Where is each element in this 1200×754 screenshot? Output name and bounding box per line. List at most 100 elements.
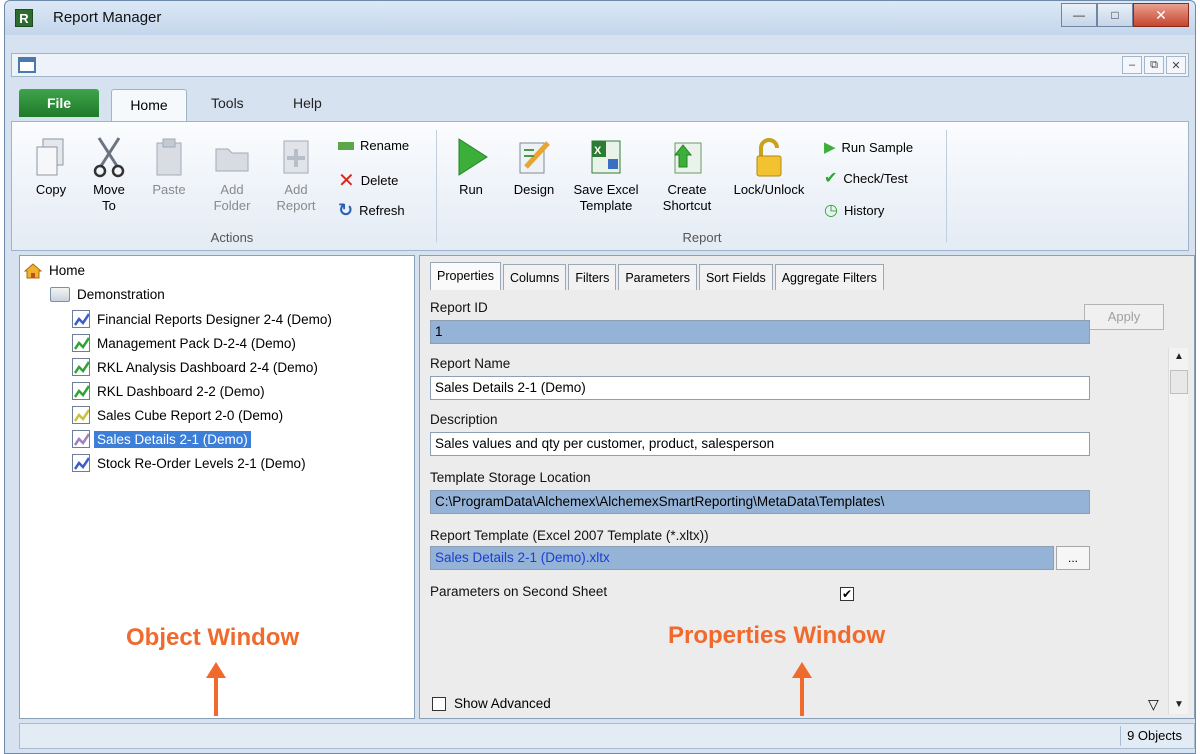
tab-help[interactable]: Help xyxy=(293,95,322,111)
run-sample-icon: ▶ xyxy=(824,139,836,156)
run-label: Run xyxy=(459,182,483,197)
description-field[interactable]: Sales values and qty per customer, produ… xyxy=(430,432,1090,456)
tab-sort-fields[interactable]: Sort Fields xyxy=(698,264,773,290)
copy-icon xyxy=(31,136,71,178)
run-button[interactable]: Run xyxy=(446,136,496,198)
window-title: Report Manager xyxy=(53,9,162,26)
copy-label: Copy xyxy=(35,182,67,197)
tab-file[interactable]: File xyxy=(19,89,99,117)
browse-template-button[interactable]: ... xyxy=(1056,546,1090,570)
paste-label: Paste xyxy=(152,182,186,197)
status-bar: 9 Objects xyxy=(19,723,1195,749)
child-restore-button[interactable]: ⧉ xyxy=(1144,56,1164,74)
tree-item-label: Management Pack D-2-4 (Demo) xyxy=(97,335,296,351)
close-icon: ✕ xyxy=(1171,59,1181,72)
properties-window: Properties Columns Filters Parameters Sort F… xyxy=(419,255,1195,719)
paste-button[interactable]: Paste xyxy=(144,136,194,198)
child-minimize-button[interactable]: – xyxy=(1122,56,1142,74)
add-folder-button[interactable]: Add Folder xyxy=(204,136,260,214)
add-report-button[interactable]: Add Report xyxy=(268,136,324,214)
report-chart-icon xyxy=(72,454,90,472)
child-window-controls: – ⧉ ✕ xyxy=(1122,56,1186,74)
tree-item-report[interactable]: RKL Analysis Dashboard 2-4 (Demo) xyxy=(72,358,321,376)
properties-scrollbar[interactable]: ▲ ▼ xyxy=(1168,348,1188,714)
report-name-label: Report Name xyxy=(430,356,511,371)
refresh-label: Refresh xyxy=(359,203,405,218)
move-to-label-line1: Move xyxy=(93,182,125,197)
expand-down-icon[interactable]: ▽ xyxy=(1148,696,1159,713)
save-excel-template-button[interactable]: X Save Excel Template xyxy=(568,136,644,214)
tree-item-label: RKL Dashboard 2-2 (Demo) xyxy=(97,383,265,399)
lock-unlock-label: Lock/Unlock xyxy=(733,182,805,197)
report-name-field[interactable]: Sales Details 2-1 (Demo) xyxy=(430,376,1090,400)
tree-item-report[interactable]: Sales Cube Report 2-0 (Demo) xyxy=(72,406,286,424)
padlock-icon xyxy=(749,136,789,178)
move-to-label-line2: To xyxy=(102,198,116,213)
tree-item-label: Sales Cube Report 2-0 (Demo) xyxy=(97,407,284,423)
tree-item-report[interactable]: Sales Details 2-1 (Demo) xyxy=(72,430,251,448)
template-location-field[interactable]: C:\ProgramData\Alchemex\AlchemexSmartRep… xyxy=(430,490,1090,514)
child-close-button[interactable]: ✕ xyxy=(1166,56,1186,74)
tree-item-report[interactable]: Stock Re-Order Levels 2-1 (Demo) xyxy=(72,454,309,472)
folder-icon xyxy=(50,287,70,302)
tree-item-report[interactable]: Management Pack D-2-4 (Demo) xyxy=(72,334,299,352)
tree-label-home: Home xyxy=(49,263,86,278)
tab-properties[interactable]: Properties xyxy=(430,262,501,290)
design-button[interactable]: Design xyxy=(506,136,562,198)
check-test-button[interactable]: ✔ Check/Test xyxy=(824,168,908,188)
show-advanced-checkbox[interactable]: Show Advanced xyxy=(432,696,551,711)
shortcut-icon xyxy=(667,136,707,178)
child-window-icon[interactable] xyxy=(18,57,36,73)
move-to-button[interactable]: Move To xyxy=(84,136,134,214)
tab-parameters[interactable]: Parameters xyxy=(618,264,697,290)
play-icon xyxy=(451,136,491,178)
group-label-report: Report xyxy=(682,230,722,245)
tree-item-report[interactable]: Financial Reports Designer 2-4 (Demo) xyxy=(72,310,335,328)
checkbox-icon: ✔ xyxy=(840,587,854,601)
run-sample-button[interactable]: ▶ Run Sample xyxy=(824,138,913,156)
ribbon-home-panel: Copy Move To Paste Add Folder Add Report… xyxy=(11,121,1189,251)
history-icon: ◷ xyxy=(824,202,838,219)
checkbox-icon xyxy=(432,696,446,711)
tab-filters[interactable]: Filters xyxy=(568,264,617,290)
report-manager-window: R Report Manager — □ ✕ – ⧉ ✕ File Home T… xyxy=(4,0,1196,754)
refresh-button[interactable]: ↻ Refresh xyxy=(338,200,405,221)
show-advanced-label: Show Advanced xyxy=(454,696,551,711)
lock-unlock-button[interactable]: Lock/Unlock xyxy=(724,136,814,198)
tree-node-home[interactable]: Home xyxy=(23,262,88,279)
params-second-sheet-label: Parameters on Second Sheet xyxy=(430,584,608,599)
maximize-icon: □ xyxy=(1111,8,1119,22)
scroll-down-icon[interactable]: ▼ xyxy=(1170,696,1188,714)
scroll-up-icon[interactable]: ▲ xyxy=(1170,348,1188,366)
properties-window-annotation: Properties Window xyxy=(668,622,886,649)
apply-button[interactable]: Apply xyxy=(1084,304,1164,330)
delete-button[interactable]: ✕ Delete xyxy=(338,168,398,193)
run-sample-label: Run Sample xyxy=(841,139,914,155)
copy-button[interactable]: Copy xyxy=(26,136,76,198)
rename-label: Rename xyxy=(360,138,410,153)
tree-node-folder[interactable]: Demonstration xyxy=(50,286,168,303)
tab-tools[interactable]: Tools xyxy=(211,95,244,111)
tab-home[interactable]: Home xyxy=(111,89,187,121)
check-test-label: Check/Test xyxy=(843,170,908,186)
tab-aggregate-filters[interactable]: Aggregate Filters xyxy=(774,264,884,290)
ribbon-tabs: File Home Tools Help xyxy=(11,89,1189,121)
rename-button[interactable]: Rename xyxy=(338,138,409,153)
report-template-field[interactable]: Sales Details 2-1 (Demo).xltx xyxy=(430,546,1054,570)
close-button[interactable]: ✕ xyxy=(1133,3,1189,27)
report-id-field[interactable]: 1 xyxy=(430,320,1090,344)
maximize-button[interactable]: □ xyxy=(1097,3,1133,27)
tree-item-label: RKL Analysis Dashboard 2-4 (Demo) xyxy=(97,359,318,375)
tab-columns[interactable]: Columns xyxy=(502,264,567,290)
create-shortcut-label-line1: Create xyxy=(667,182,707,197)
create-shortcut-button[interactable]: Create Shortcut xyxy=(652,136,722,214)
scroll-thumb[interactable] xyxy=(1170,370,1188,394)
tree-item-label: Financial Reports Designer 2-4 (Demo) xyxy=(97,311,332,327)
tree-item-report[interactable]: RKL Dashboard 2-2 (Demo) xyxy=(72,382,268,400)
params-second-sheet-checkbox[interactable]: ✔ xyxy=(840,586,854,601)
report-id-label: Report ID xyxy=(430,300,488,315)
title-bar: R Report Manager — □ ✕ xyxy=(5,1,1195,35)
minimize-button[interactable]: — xyxy=(1061,3,1097,27)
history-button[interactable]: ◷ History xyxy=(824,200,884,220)
report-chart-icon xyxy=(72,406,90,424)
